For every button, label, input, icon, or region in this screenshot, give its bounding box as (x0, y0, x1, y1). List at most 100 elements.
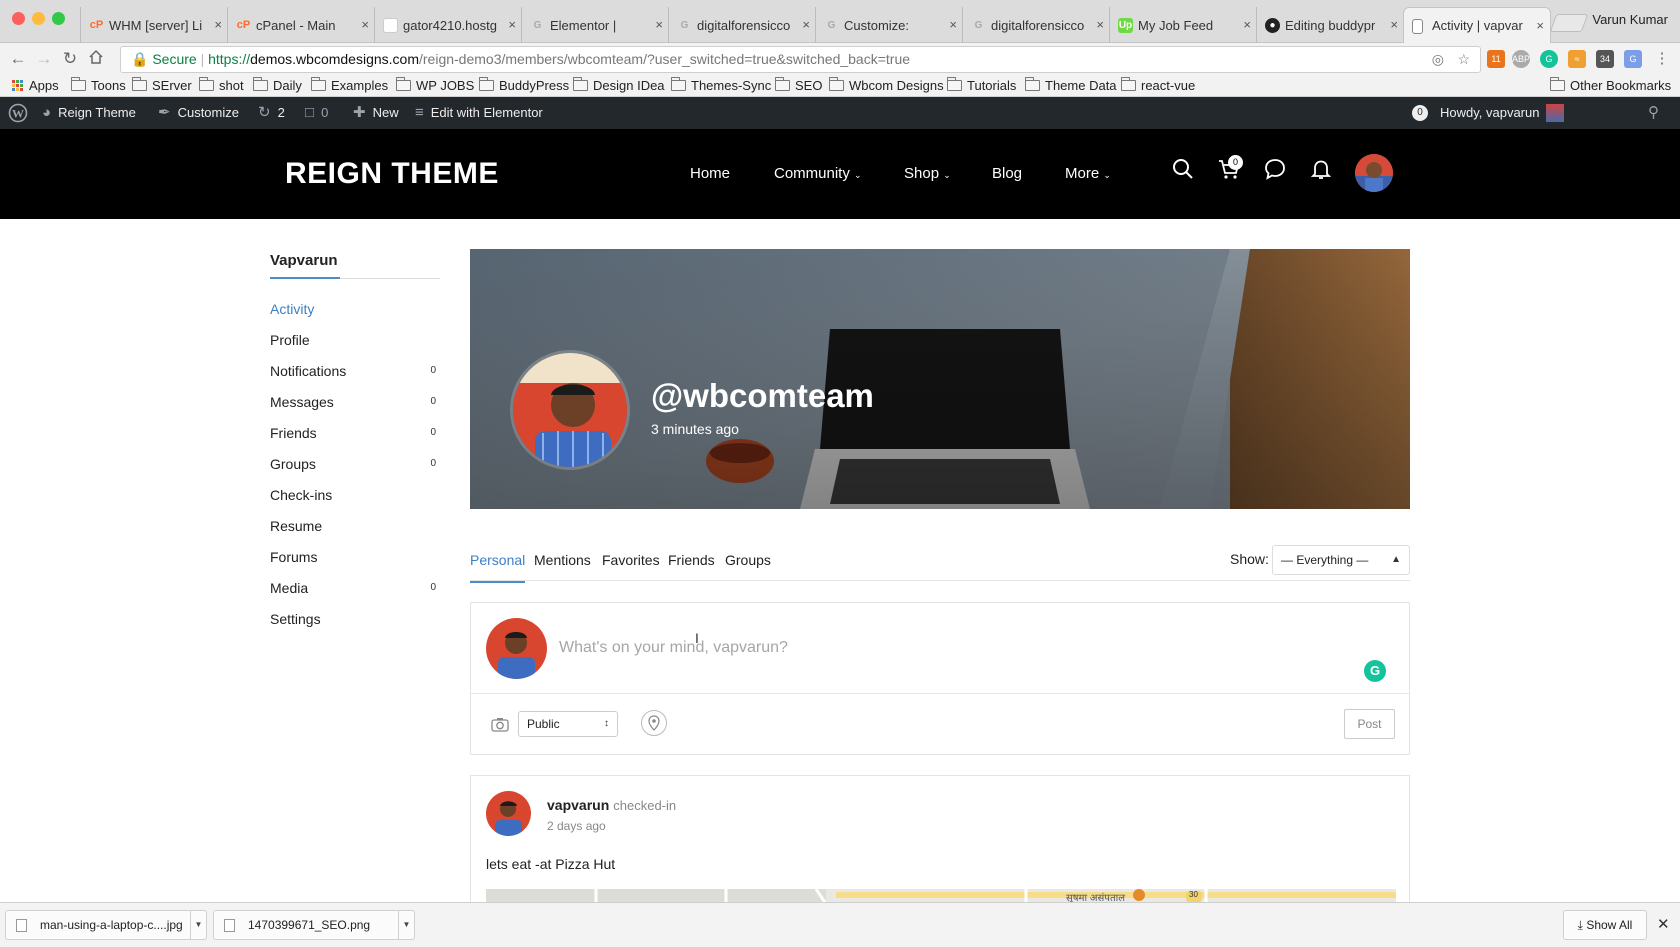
grammarly-extension-icon[interactable]: G (1540, 50, 1558, 68)
wp-new[interactable]: ✚ New (353, 97, 399, 129)
nav-more[interactable]: More ⌄ (1065, 165, 1111, 182)
address-bar[interactable]: 🔒 Secure | https://demos.wbcomdesigns.co… (120, 46, 1481, 73)
wp-search-icon[interactable]: ⚲ (1648, 97, 1659, 129)
activity-avatar[interactable] (486, 791, 531, 836)
close-tab-icon[interactable]: × (1096, 17, 1104, 32)
whats-new-input[interactable]: What's on your mind, vapvarun? (559, 639, 788, 657)
apps-shortcut[interactable]: Apps (12, 78, 59, 93)
show-all-downloads-button[interactable]: ⤓ Show All (1563, 910, 1647, 940)
bookmark-item[interactable]: react-vue (1121, 77, 1195, 93)
caret-down-icon[interactable]: ▼ (190, 911, 206, 939)
wp-customize[interactable]: ✒ Customize (158, 97, 239, 129)
close-tab-icon[interactable]: × (949, 17, 957, 32)
browser-profile-name[interactable]: Varun Kumar (1592, 12, 1668, 27)
wp-comments[interactable]: □ 0 (305, 97, 328, 129)
sidebar-item-resume[interactable]: Resume (270, 510, 440, 541)
sidebar-item-groups[interactable]: Groups 0 (270, 448, 440, 479)
maximize-window-button[interactable] (52, 12, 65, 25)
new-tab-button[interactable] (1549, 14, 1589, 32)
browser-tab[interactable]: Gdigitalforensicco × (962, 7, 1110, 43)
close-tab-icon[interactable]: × (214, 17, 222, 32)
close-tab-icon[interactable]: × (1243, 17, 1251, 32)
bookmark-item[interactable]: WP JOBS (396, 77, 474, 93)
tab-groups[interactable]: Groups (725, 552, 771, 568)
forward-arrow-icon[interactable]: → (33, 49, 55, 69)
nav-blog[interactable]: Blog (992, 165, 1022, 182)
browser-tab[interactable]: cP WHM [server] Li × (80, 7, 228, 43)
close-tab-icon[interactable]: × (802, 17, 810, 32)
sidebar-item-activity[interactable]: Activity (270, 293, 440, 324)
tab-favorites[interactable]: Favorites (602, 552, 660, 568)
browser-tab[interactable]: Up My Job Feed × (1109, 7, 1257, 43)
chat-bubble-icon[interactable] (1264, 158, 1290, 184)
close-tab-icon[interactable]: × (1390, 17, 1398, 32)
other-bookmarks[interactable]: Other Bookmarks (1550, 77, 1671, 93)
wp-notifications[interactable]: 0 (1412, 97, 1428, 129)
nav-shop[interactable]: Shop ⌄ (904, 165, 951, 182)
browser-tab[interactable]: G Customize: × (815, 7, 963, 43)
browser-tab[interactable]: Activity | vapvar × (1403, 7, 1551, 43)
nav-community[interactable]: Community ⌄ (774, 165, 862, 182)
browser-tab[interactable]: cP cPanel - Main × (227, 7, 375, 43)
bookmark-item[interactable]: SErver (132, 77, 192, 93)
reload-icon[interactable]: ↻ (59, 49, 81, 69)
browser-tab[interactable]: ● Editing buddypr × (1256, 7, 1404, 43)
browser-tab[interactable]: gator4210.hostg × (374, 7, 522, 43)
wp-site-name[interactable]: ◕ Reign Theme (42, 97, 136, 129)
tab-friends[interactable]: Friends (668, 552, 715, 568)
bookmark-item[interactable]: Themes-Sync (671, 77, 771, 93)
close-icon[interactable]: ✕ (1657, 915, 1670, 933)
sidebar-item-messages[interactable]: Messages 0 (270, 386, 440, 417)
calendar-extension-icon[interactable]: 11 (1487, 50, 1505, 68)
grammarly-icon[interactable]: G (1364, 660, 1386, 682)
location-pin-icon[interactable] (641, 710, 667, 736)
close-window-button[interactable] (12, 12, 25, 25)
bookmark-item[interactable]: Wbcom Designs (829, 77, 944, 93)
close-tab-icon[interactable]: × (655, 17, 663, 32)
caret-down-icon[interactable]: ▼ (398, 911, 414, 939)
minimize-window-button[interactable] (32, 12, 45, 25)
post-button[interactable]: Post (1344, 709, 1395, 739)
wp-edit-elementor[interactable]: ≡ Edit with Elementor (415, 97, 543, 129)
sidebar-item-profile[interactable]: Profile (270, 324, 440, 355)
nav-home[interactable]: Home (690, 165, 730, 182)
wordpress-logo-icon[interactable]: W (8, 97, 28, 129)
chrome-menu-icon[interactable]: ⋮ (1651, 49, 1673, 67)
rss-extension-icon[interactable]: ≈ (1568, 50, 1586, 68)
bookmark-item[interactable]: Daily (253, 77, 302, 93)
sidebar-item-check-ins[interactable]: Check-ins (270, 479, 440, 510)
activity-filter-select[interactable]: — Everything — ▲ (1272, 545, 1410, 575)
site-logo[interactable]: REIGN THEME (285, 157, 499, 191)
counter-extension-icon[interactable]: 34 (1596, 50, 1614, 68)
bookmark-star-icon[interactable]: ☆ (1457, 47, 1470, 72)
tab-mentions[interactable]: Mentions (534, 552, 591, 568)
activity-user-link[interactable]: vapvarun (547, 797, 609, 813)
download-item[interactable]: man-using-a-laptop-c....jpg ▼ (5, 910, 207, 940)
privacy-select[interactable]: Public ↕ (518, 711, 618, 737)
adblock-extension-icon[interactable]: ABP (1512, 50, 1530, 68)
header-user-avatar[interactable] (1355, 154, 1393, 192)
close-tab-icon[interactable]: × (508, 17, 516, 32)
wp-howdy[interactable]: Howdy, vapvarun (1440, 97, 1565, 129)
close-tab-icon[interactable]: × (1536, 18, 1544, 33)
search-icon[interactable] (1172, 158, 1198, 184)
download-item[interactable]: 1470399671_SEO.png ▼ (213, 910, 415, 940)
back-arrow-icon[interactable]: ← (7, 49, 29, 69)
translate-extension-icon[interactable]: G (1624, 50, 1642, 68)
sidebar-item-notifications[interactable]: Notifications 0 (270, 355, 440, 386)
bookmark-item[interactable]: Examples (311, 77, 388, 93)
sidebar-item-media[interactable]: Media 0 (270, 572, 440, 603)
location-target-icon[interactable]: ◎ (1432, 47, 1444, 72)
bookmark-item[interactable]: BuddyPress (479, 77, 569, 93)
tab-personal[interactable]: Personal (470, 552, 526, 583)
bookmark-item[interactable]: Tutorials (947, 77, 1016, 93)
close-tab-icon[interactable]: × (361, 17, 369, 32)
bookmark-item[interactable]: shot (199, 77, 244, 93)
bookmark-item[interactable]: Design IDea (573, 77, 665, 93)
browser-tab[interactable]: G Elementor | × (521, 7, 669, 43)
bell-icon[interactable] (1310, 158, 1336, 184)
browser-tab[interactable]: Gdigitalforensicco × (668, 7, 816, 43)
sidebar-item-forums[interactable]: Forums (270, 541, 440, 572)
camera-icon[interactable] (491, 717, 509, 737)
home-icon[interactable] (85, 49, 107, 70)
